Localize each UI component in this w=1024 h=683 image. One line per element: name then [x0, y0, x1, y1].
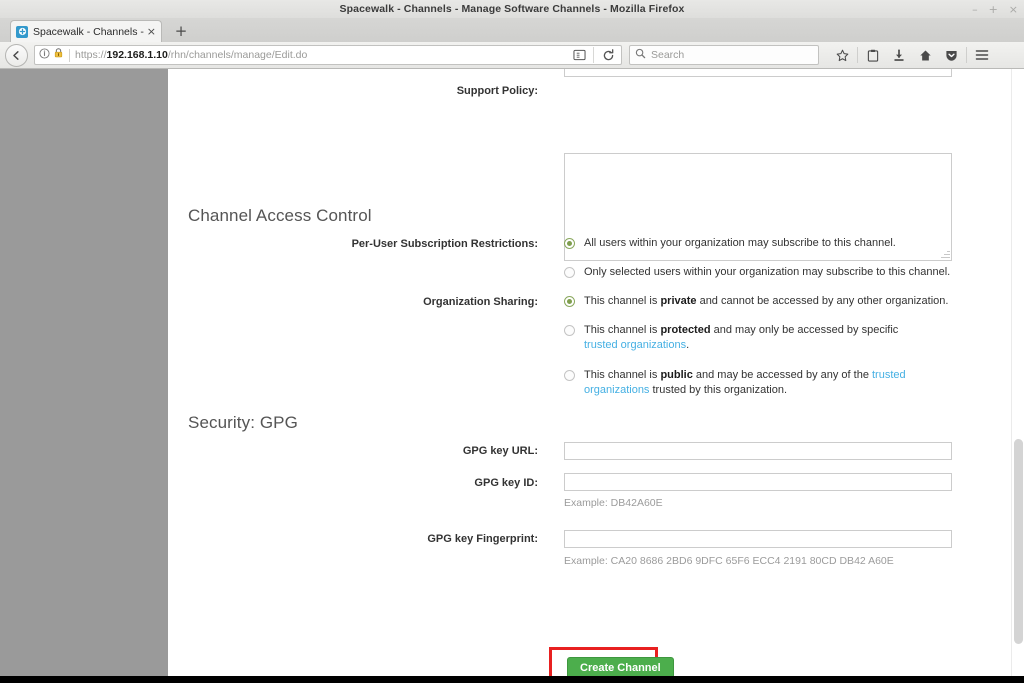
browser-window: Spacewalk - Channels - Manage Software C… — [0, 0, 1024, 683]
download-icon[interactable] — [886, 44, 912, 66]
url-path: /rhn/channels/manage/Edit.do — [167, 49, 308, 61]
gpg-key-id-label: GPG key ID: — [474, 477, 538, 489]
reload-icon[interactable] — [598, 44, 618, 66]
radio-option-private[interactable]: This channel is private and cannot be ac… — [564, 294, 948, 309]
gpg-key-fingerprint-label: GPG key Fingerprint: — [427, 533, 538, 545]
screen-bottom-bar — [0, 676, 1024, 683]
radio-selected-users-icon[interactable] — [564, 267, 575, 278]
clipped-text-field-above[interactable] — [564, 69, 952, 77]
gpg-key-url-label: GPG key URL: — [462, 445, 538, 457]
back-button[interactable] — [5, 43, 28, 67]
organization-sharing-label: Organization Sharing: — [423, 296, 538, 308]
site-identity[interactable] — [35, 46, 67, 64]
info-icon[interactable] — [39, 46, 50, 64]
spacewalk-favicon-icon — [16, 25, 28, 38]
per-user-subscription-restrictions-label: Per-User Subscription Restrictions: — [351, 238, 538, 250]
url-bar[interactable]: https://192.168.1.10/rhn/channels/manage… — [34, 45, 622, 65]
toolbar-divider — [857, 47, 858, 63]
page-viewport: Support Policy: Channel Access Control P… — [0, 69, 1024, 683]
radio-private-icon[interactable] — [564, 296, 575, 307]
support-policy-label: Support Policy: — [456, 85, 538, 97]
tab-close-icon[interactable]: × — [147, 26, 156, 37]
window-controls: – + × — [972, 0, 1018, 18]
url-host: 192.168.1.10 — [106, 49, 168, 61]
page-content: Support Policy: Channel Access Control P… — [168, 69, 1011, 683]
tab-title: Spacewalk - Channels - Ma — [33, 25, 144, 38]
search-input-placeholder[interactable]: Search — [651, 49, 684, 61]
radio-public-label: This channel is public and may be access… — [584, 369, 906, 396]
radio-protected-icon[interactable] — [564, 325, 575, 336]
browser-tab-active[interactable]: Spacewalk - Channels - Ma × — [10, 20, 162, 42]
page-left-gutter — [0, 69, 168, 676]
radio-all-users-icon[interactable] — [564, 238, 575, 249]
url-bar-actions — [569, 44, 621, 66]
maximize-icon[interactable]: + — [989, 4, 998, 15]
radio-option-all-users[interactable]: All users within your organization may s… — [564, 236, 896, 251]
window-title: Spacewalk - Channels - Manage Software C… — [339, 3, 685, 15]
gpg-key-id-hint: Example: DB42A60E — [564, 497, 663, 509]
hamburger-menu-icon[interactable] — [969, 44, 995, 66]
gpg-key-url-input[interactable] — [564, 442, 952, 460]
trusted-organizations-link-protected[interactable]: trusted organizations — [584, 339, 686, 351]
channel-edit-form: Support Policy: Channel Access Control P… — [168, 69, 998, 683]
gpg-key-fingerprint-input[interactable] — [564, 530, 952, 548]
reader-mode-icon[interactable] — [569, 44, 589, 66]
radio-option-protected[interactable]: This channel is protected and may only b… — [564, 323, 914, 353]
url-separator — [69, 48, 70, 62]
close-icon[interactable]: × — [1009, 4, 1018, 15]
url-text: https://192.168.1.10/rhn/channels/manage… — [75, 49, 569, 61]
radio-public-icon[interactable] — [564, 370, 575, 381]
tab-strip: Spacewalk - Channels - Ma × + — [0, 18, 1024, 43]
navigation-toolbar: https://192.168.1.10/rhn/channels/manage… — [0, 42, 1024, 69]
gpg-key-id-input[interactable] — [564, 473, 952, 491]
minimize-icon[interactable]: – — [972, 4, 978, 15]
radio-private-label: This channel is private and cannot be ac… — [584, 295, 949, 307]
toolbar-divider-2 — [966, 47, 967, 63]
new-tab-button[interactable]: + — [172, 22, 190, 40]
scrollbar-thumb[interactable] — [1014, 439, 1023, 644]
radio-option-public[interactable]: This channel is public and may be access… — [564, 368, 924, 398]
page-scrollbar[interactable] — [1011, 69, 1024, 676]
security-gpg-heading: Security: GPG — [188, 413, 298, 432]
gpg-key-fingerprint-hint: Example: CA20 8686 2BD6 9DFC 65F6 ECC4 2… — [564, 555, 894, 567]
insecure-lock-warning-icon[interactable] — [53, 46, 64, 64]
url-scheme: https:// — [75, 49, 107, 61]
search-icon — [635, 46, 646, 64]
search-bar[interactable]: Search — [629, 45, 819, 65]
urlbar-divider — [593, 47, 594, 63]
radio-all-users-label: All users within your organization may s… — [584, 237, 896, 249]
radio-protected-label: This channel is protected and may only b… — [584, 324, 899, 351]
browser-toolbar-icons — [829, 44, 995, 66]
textarea-resize-handle[interactable] — [940, 249, 950, 259]
home-icon[interactable] — [912, 44, 938, 66]
channel-access-control-heading: Channel Access Control — [188, 206, 372, 225]
radio-selected-users-label: Only selected users within your organiza… — [584, 266, 951, 278]
pocket-shield-icon[interactable] — [938, 44, 964, 66]
bookmark-star-icon[interactable] — [829, 44, 855, 66]
radio-option-selected-users[interactable]: Only selected users within your organiza… — [564, 265, 950, 280]
window-titlebar: Spacewalk - Channels - Manage Software C… — [0, 0, 1024, 19]
library-icon[interactable] — [860, 44, 886, 66]
